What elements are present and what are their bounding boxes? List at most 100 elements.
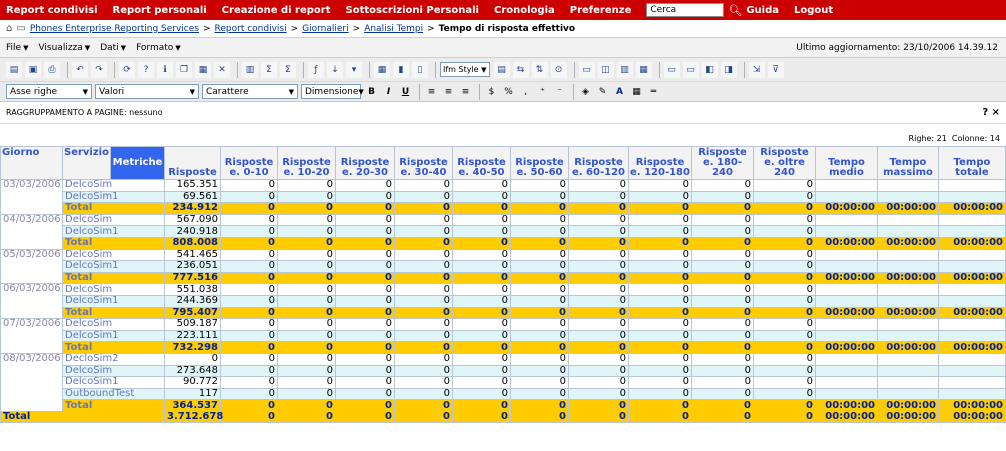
subtotal-icon[interactable]: Σ xyxy=(280,61,296,78)
header-risposte-10-20[interactable]: Risposte e. 10-20 xyxy=(277,146,336,180)
header-risposte-180-240[interactable]: Risposte e. 180-240 xyxy=(691,146,754,180)
service-cell[interactable]: Total xyxy=(62,399,165,412)
header-risposte-0-10[interactable]: Risposte e. 0-10 xyxy=(220,146,278,180)
menu-formato[interactable]: Formato ▼ xyxy=(136,43,181,53)
header-metriche[interactable]: Metriche xyxy=(110,146,165,180)
header-risposte-oltre-240[interactable]: Risposte e. oltre 240 xyxy=(753,146,816,180)
nav-report-personali[interactable]: Report personali xyxy=(113,5,207,16)
nav-cronologia[interactable]: Cronologia xyxy=(494,5,555,16)
menu-dati[interactable]: Dati ▼ xyxy=(100,43,126,53)
outline-icon[interactable]: ▤ xyxy=(493,61,510,78)
currency-icon[interactable]: $ xyxy=(484,84,499,99)
layout-2-icon[interactable]: ◫ xyxy=(597,61,614,78)
paste-icon[interactable]: ▦ xyxy=(195,61,211,78)
formula-icon[interactable]: ƒ xyxy=(308,61,324,78)
header-risposte-20-30[interactable]: Risposte e. 20-30 xyxy=(335,146,395,180)
service-cell[interactable]: DelcoSim xyxy=(62,283,165,296)
menu-visualizza[interactable]: Visualizza ▼ xyxy=(38,43,90,53)
nav-report-condivisi[interactable]: Report condivisi xyxy=(6,5,98,16)
pivot-icon[interactable]: ⇆ xyxy=(512,61,529,78)
breadcrumb-link-project[interactable]: Phones Enterprise Reporting Services xyxy=(30,24,199,34)
header-risposte-40-50[interactable]: Risposte e. 40-50 xyxy=(452,146,511,180)
service-cell[interactable]: Total xyxy=(62,306,165,320)
panel-icon[interactable]: ◧ xyxy=(701,61,718,78)
size-combo[interactable]: Dimensione ▼ xyxy=(301,84,364,99)
layout-1-icon[interactable]: ▭ xyxy=(578,61,595,78)
header-risposte[interactable]: Risposte xyxy=(164,146,221,180)
grid-view-icon[interactable]: ▦ xyxy=(374,61,390,78)
swap-icon[interactable]: ⇅ xyxy=(531,61,548,78)
layout-4-icon[interactable]: ▦ xyxy=(635,61,652,78)
borders-icon[interactable]: ▦ xyxy=(629,84,644,99)
nav-guida[interactable]: Guida xyxy=(746,5,779,16)
drill-icon[interactable]: ⇲ xyxy=(748,61,765,78)
search-input[interactable] xyxy=(646,3,725,17)
breadcrumb-link-analisi-tempi[interactable]: Analisi Tempi xyxy=(364,24,423,34)
header-tempo-medio[interactable]: Tempo medio xyxy=(815,146,878,180)
nav-creazione-report[interactable]: Creazione di report xyxy=(222,5,331,16)
fill-color-icon[interactable]: ◈ xyxy=(578,84,593,99)
header-giorno[interactable]: Giorno xyxy=(0,146,63,180)
service-cell[interactable]: DelcoSim1 xyxy=(62,260,165,273)
redo-icon[interactable]: ↷ xyxy=(91,61,107,78)
font-color-icon[interactable]: A xyxy=(612,84,627,99)
fit-icon[interactable]: ▭ xyxy=(682,61,699,78)
service-cell[interactable]: DelcoSim1 xyxy=(62,376,165,389)
date-cell[interactable]: 08/03/2006 xyxy=(0,352,63,412)
find-icon[interactable]: ⊙ xyxy=(550,61,567,78)
decrease-decimal-icon[interactable]: ⁻ xyxy=(552,84,567,99)
service-cell[interactable]: DelcoSim xyxy=(62,213,165,227)
service-cell[interactable]: DelcoSim1 xyxy=(62,329,165,343)
align-center-icon[interactable]: ≡ xyxy=(441,84,456,99)
sum-icon[interactable]: Σ xyxy=(261,61,277,78)
menu-file[interactable]: File ▼ xyxy=(6,43,28,53)
service-cell[interactable]: Total xyxy=(62,341,165,354)
service-cell[interactable]: Total xyxy=(62,202,165,215)
service-cell[interactable]: Total xyxy=(62,236,165,250)
font-combo[interactable]: Carattere ▼ xyxy=(202,84,298,99)
filter-funnel-icon[interactable]: ⊽ xyxy=(767,61,784,78)
date-cell[interactable]: 06/03/2006 xyxy=(0,283,63,320)
header-risposte-120-180[interactable]: Risposte e. 120-180 xyxy=(628,146,692,180)
bold-icon[interactable]: B xyxy=(364,84,379,99)
align-right-icon[interactable]: ≡ xyxy=(458,84,473,99)
panel-2-icon[interactable]: ◨ xyxy=(720,61,737,78)
increase-decimal-icon[interactable]: ⁺ xyxy=(535,84,550,99)
undo-icon[interactable]: ↶ xyxy=(72,61,88,78)
service-cell[interactable]: DelcoSim1 xyxy=(62,190,165,204)
line-style-icon[interactable]: ═ xyxy=(646,84,661,99)
home-icon[interactable]: ⌂ xyxy=(6,23,12,34)
service-cell[interactable]: DelcoSim xyxy=(62,248,165,262)
service-cell[interactable]: DelcoSim xyxy=(62,179,165,192)
header-risposte-30-40[interactable]: Risposte e. 30-40 xyxy=(394,146,453,180)
search-icon[interactable]: 🔍︎ xyxy=(728,4,742,17)
style-select[interactable]: Ifm Style ▼ xyxy=(440,62,490,77)
save-icon[interactable]: ▣ xyxy=(25,61,41,78)
help-icon[interactable]: ? xyxy=(138,61,154,78)
line-color-icon[interactable]: ✎ xyxy=(595,84,610,99)
nav-preferenze[interactable]: Preferenze xyxy=(570,5,632,16)
date-cell[interactable]: 03/03/2006 xyxy=(0,179,63,215)
comma-icon[interactable]: , xyxy=(518,84,533,99)
date-cell[interactable]: 04/03/2006 xyxy=(0,213,63,250)
grid-icon[interactable]: ▥ xyxy=(242,61,258,78)
breadcrumb-link-giornalieri[interactable]: Giornalieri xyxy=(302,24,348,34)
export-icon[interactable]: ▤ xyxy=(6,61,22,78)
print-icon[interactable]: ⎙ xyxy=(44,61,60,78)
date-cell[interactable]: 07/03/2006 xyxy=(0,318,63,354)
layout-3-icon[interactable]: ▥ xyxy=(616,61,633,78)
date-cell[interactable]: 05/03/2006 xyxy=(0,248,63,285)
service-cell[interactable]: OutboundTest xyxy=(62,387,165,401)
refresh-icon[interactable]: ⟳ xyxy=(119,61,135,78)
axis-combo[interactable]: Asse righe ▼ xyxy=(6,84,92,99)
align-left-icon[interactable]: ≡ xyxy=(424,84,439,99)
service-cell[interactable]: DelcoSim xyxy=(62,364,165,378)
italic-icon[interactable]: I xyxy=(381,84,396,99)
service-cell[interactable]: DelcoSim1 xyxy=(62,225,165,238)
page-icon[interactable]: ▭ xyxy=(663,61,680,78)
info-icon[interactable]: ℹ xyxy=(157,61,173,78)
filter-icon[interactable]: ▾ xyxy=(346,61,362,78)
service-cell[interactable]: Total xyxy=(62,271,165,285)
header-servizio[interactable]: Servizio xyxy=(62,146,111,180)
percent-icon[interactable]: % xyxy=(501,84,516,99)
